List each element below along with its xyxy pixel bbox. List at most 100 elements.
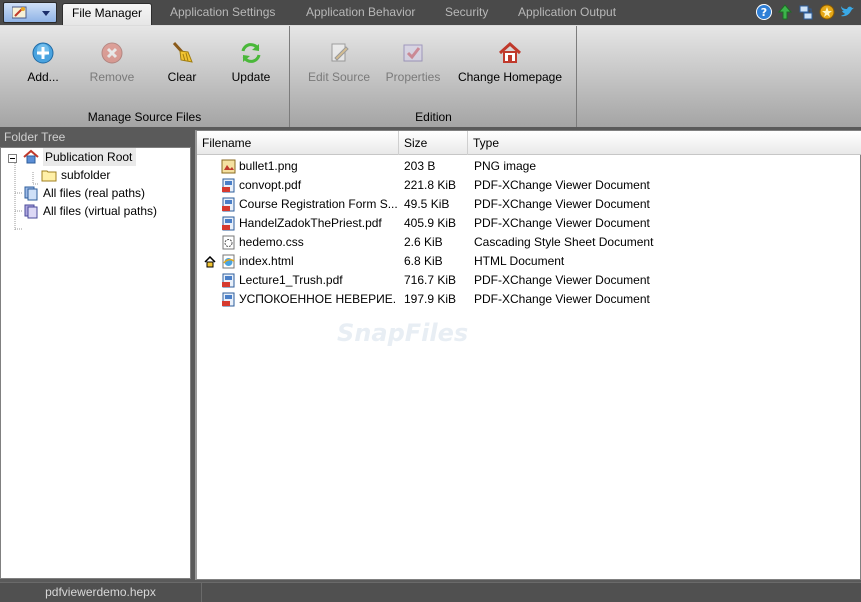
properties-label: Properties xyxy=(385,70,441,84)
filename-cell: index.html xyxy=(239,254,294,268)
table-row[interactable]: convopt.pdf 221.8 KiB PDF-XChange Viewer D… xyxy=(197,176,861,195)
type-cell: PDF-XChange Viewer Document xyxy=(474,178,650,192)
tab-application-settings[interactable]: Application Settings xyxy=(161,3,284,25)
edit-source-label: Edit Source xyxy=(307,70,371,84)
file-list: Filename Size Type SnapFiles bullet1.png… xyxy=(195,130,861,580)
folder-icon xyxy=(41,167,57,183)
pdf-file-icon xyxy=(221,216,236,231)
change-homepage-label: Change Homepage xyxy=(457,70,563,84)
manage-source-files-label: Manage Source Files xyxy=(87,110,202,124)
tree-node-all-files-real[interactable]: All files (real paths) xyxy=(23,184,145,202)
type-cell: PDF-XChange Viewer Document xyxy=(474,292,650,306)
minus-box-icon xyxy=(8,153,17,163)
table-row[interactable]: Course Registration Form S... 49.5 KiB PDF… xyxy=(197,195,861,214)
filename-cell: HandelZadokThePriest.pdf xyxy=(239,216,382,230)
edition-label: Edition xyxy=(415,110,452,124)
add-icon xyxy=(30,40,56,66)
edit-source-button[interactable]: Edit Source xyxy=(307,40,371,84)
filename-cell: Lecture1_Trush.pdf xyxy=(239,273,343,287)
column-type[interactable]: Type xyxy=(468,131,861,155)
broom-icon xyxy=(169,40,195,66)
watermark-text: SnapFiles xyxy=(337,319,469,347)
tab-security[interactable]: Security xyxy=(436,3,497,25)
type-cell: PDF-XChange Viewer Document xyxy=(474,216,650,230)
filename-cell: bullet1.png xyxy=(239,159,298,173)
twitter-icon[interactable] xyxy=(839,3,857,21)
update-arrow-icon[interactable] xyxy=(776,3,794,21)
pdf-file-icon xyxy=(221,197,236,212)
edition-group: Edit Source Properties Change Homepage E… xyxy=(291,26,577,127)
table-row[interactable]: УСПОКОЕННОЕ НЕВЕРИЕ.... 197.9 KiB PDF-XCha… xyxy=(197,290,861,309)
type-cell: PDF-XChange Viewer Document xyxy=(474,197,650,211)
tab-file-manager[interactable]: File Manager xyxy=(62,3,153,25)
tree-node-subfolder[interactable]: subfolder xyxy=(41,166,110,184)
remove-button[interactable]: Remove xyxy=(86,40,138,84)
badge-icon[interactable] xyxy=(818,3,836,21)
table-row[interactable]: hedemo.css 2.6 KiB Cascading Style Sheet D… xyxy=(197,233,861,252)
table-row[interactable]: bullet1.png 203 B PNG image xyxy=(197,157,861,176)
tree-node-label: Publication Root xyxy=(43,148,137,166)
home-icon xyxy=(497,40,523,66)
size-cell: 221.8 KiB xyxy=(404,178,457,192)
tree-node-label: All files (real paths) xyxy=(43,186,146,200)
change-homepage-button[interactable]: Change Homepage xyxy=(456,40,564,84)
size-cell: 6.8 KiB xyxy=(404,254,443,268)
filename-cell: Course Registration Form S... xyxy=(239,197,397,211)
update-label: Update xyxy=(231,70,271,84)
files-icon xyxy=(23,185,39,201)
size-cell: 405.9 KiB xyxy=(404,216,457,230)
chevron-down-icon xyxy=(42,11,50,16)
remove-label: Remove xyxy=(89,70,135,84)
size-cell: 203 B xyxy=(404,159,436,173)
collapse-toggle[interactable] xyxy=(8,149,17,167)
tree-node-label: subfolder xyxy=(61,168,111,182)
html-file-icon xyxy=(221,254,236,269)
tree-node-label: All files (virtual paths) xyxy=(43,204,158,218)
home-folder-icon xyxy=(23,149,39,165)
size-cell: 49.5 KiB xyxy=(404,197,450,211)
tree-node-all-files-virtual[interactable]: All files (virtual paths) xyxy=(23,202,157,220)
pdf-file-icon xyxy=(221,273,236,288)
ribbon-tab-bar: File Manager Application Settings Applic… xyxy=(0,0,861,25)
tab-application-behavior[interactable]: Application Behavior xyxy=(297,3,424,25)
css-file-icon xyxy=(221,235,236,250)
homepage-marker-icon xyxy=(204,255,216,268)
folder-tree: Publication Root subfolder All files (re… xyxy=(0,147,191,579)
pdf-file-icon xyxy=(221,292,236,307)
table-row[interactable]: HandelZadokThePriest.pdf 405.9 KiB PDF-XCh… xyxy=(197,214,861,233)
update-button[interactable]: Update xyxy=(226,40,276,84)
network-icon[interactable] xyxy=(797,3,815,21)
svg-text:?: ? xyxy=(761,6,767,19)
file-list-header: Filename Size Type xyxy=(197,131,861,155)
project-file-name: pdfviewerdemo.hepx xyxy=(0,583,202,602)
tab-application-output[interactable]: Application Output xyxy=(509,3,625,25)
folder-tree-title: Folder Tree xyxy=(0,130,192,146)
properties-button[interactable]: Properties xyxy=(383,40,443,84)
refresh-icon xyxy=(238,40,264,66)
edit-icon xyxy=(326,40,352,66)
filename-cell: hedemo.css xyxy=(239,235,304,249)
manage-source-files-group: Add... Remove Clear Update Manage Source… xyxy=(0,26,290,127)
ribbon-panel: Add... Remove Clear Update Manage Source… xyxy=(0,25,861,127)
type-cell: HTML Document xyxy=(474,254,565,268)
application-menu-button[interactable] xyxy=(3,2,57,23)
type-cell: PDF-XChange Viewer Document xyxy=(474,273,650,287)
column-filename[interactable]: Filename xyxy=(197,131,399,155)
files-icon xyxy=(23,203,39,219)
type-cell: PNG image xyxy=(474,159,537,173)
table-row[interactable]: index.html 6.8 KiB HTML Document xyxy=(197,252,861,271)
table-row[interactable]: Lecture1_Trush.pdf 716.7 KiB PDF-XChange V… xyxy=(197,271,861,290)
folder-tree-panel: Folder Tree Publication Root subfolder A… xyxy=(0,130,192,580)
column-size[interactable]: Size xyxy=(399,131,468,155)
pdf-file-icon xyxy=(221,178,236,193)
filename-cell: УСПОКОЕННОЕ НЕВЕРИЕ.... xyxy=(239,292,397,306)
properties-icon xyxy=(400,40,426,66)
status-bar: pdfviewerdemo.hepx xyxy=(0,582,861,602)
clear-button[interactable]: Clear xyxy=(161,40,203,84)
app-logo-icon xyxy=(12,6,27,19)
size-cell: 197.9 KiB xyxy=(404,292,457,306)
size-cell: 716.7 KiB xyxy=(404,273,457,287)
tree-node-publication-root[interactable]: Publication Root xyxy=(23,148,137,166)
add-button[interactable]: Add... xyxy=(22,40,64,84)
help-icon[interactable]: ? xyxy=(755,3,773,21)
